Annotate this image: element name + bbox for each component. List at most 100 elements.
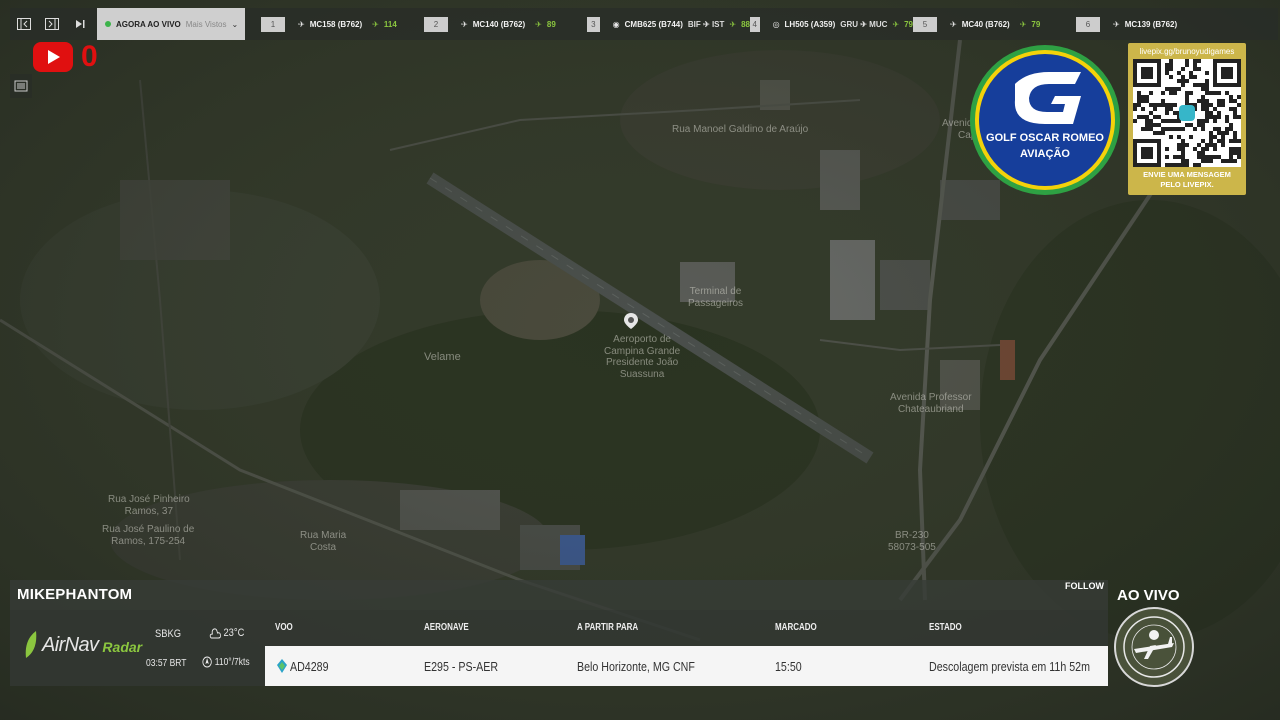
panel-header: MIKEPHANTOM FOLLOW bbox=[10, 580, 1108, 610]
map-label-velame: Velame bbox=[424, 351, 461, 363]
flight-info-panel: MIKEPHANTOM FOLLOW AirNav Radar SBKG 03:… bbox=[10, 580, 1108, 686]
airline-logo-icon: ◉ bbox=[612, 19, 620, 29]
live-dot-icon bbox=[105, 21, 111, 27]
map-label-terminal: Terminal de Passageiros bbox=[688, 286, 744, 309]
col-from-to: A PARTIR PARA bbox=[577, 622, 639, 633]
flight-item[interactable]: 5 ✈ MC40 (B762) ✈ 79 bbox=[913, 16, 1076, 32]
collapse-panel-icon bbox=[17, 18, 31, 30]
aircraft-icon: ✈ bbox=[1113, 19, 1120, 29]
youtube-counter: 0 bbox=[33, 42, 98, 72]
flight-callsign: MC40 (B762) bbox=[961, 19, 1010, 29]
flight-item[interactable]: 3 ◉ CMB625 (B744) BIF ✈ IST ✈ 88 bbox=[587, 16, 750, 32]
col-status: ESTADO bbox=[929, 622, 962, 633]
wind-value: 110°/7kts bbox=[214, 656, 250, 668]
wind-compass-icon bbox=[202, 656, 212, 668]
table-row[interactable]: AD4289 E295 - PS-AER Belo Horizonte, MG … bbox=[265, 646, 1108, 686]
flight-callsign: CMB625 (B744) bbox=[624, 19, 683, 29]
flight-viewers: 79 bbox=[1031, 19, 1041, 29]
aircraft-icon: ✈ bbox=[298, 19, 305, 29]
map-label-road5: BR-230 58073-505 bbox=[888, 530, 936, 553]
table-header: VOO AERONAVE A PARTIR PARA MARCADO ESTAD… bbox=[265, 610, 1108, 646]
viewers-icon: ✈ bbox=[372, 19, 379, 29]
follow-button[interactable]: FOLLOW bbox=[1065, 581, 1104, 591]
weather-wind: 110°/7kts bbox=[202, 656, 250, 668]
flight-item[interactable]: 1 ✈ MC158 (B762) ✈ 114 bbox=[261, 16, 424, 32]
airnav-leaf-icon bbox=[25, 631, 37, 658]
flight-callsign: MC140 (B762) bbox=[472, 19, 526, 29]
flight-item[interactable]: 2 ✈ MC140 (B762) ✈ 89 bbox=[424, 16, 587, 32]
channel-badge bbox=[1114, 607, 1194, 687]
flight-item[interactable]: 4 ◎ LH505 (A359) GRU ✈ MUC ✈ 79 bbox=[750, 16, 913, 32]
gor-emblem-icon bbox=[1014, 72, 1081, 124]
logo-name-line2: AVIAÇÃO bbox=[1020, 147, 1070, 160]
flight-rank: 6 bbox=[1076, 16, 1100, 32]
airnav-brand: AirNav bbox=[42, 633, 99, 656]
live-tab-label: AGORA AO VIVO bbox=[116, 19, 181, 29]
flight-viewers: 79 bbox=[904, 19, 913, 29]
flight-route: GRU ✈ MUC bbox=[840, 19, 888, 29]
airport-code: SBKG bbox=[155, 628, 181, 640]
airnav-brand-suffix: Radar bbox=[102, 639, 143, 655]
col-aircraft: AERONAVE bbox=[424, 622, 469, 633]
flight-rank: 1 bbox=[261, 16, 285, 32]
live-now-dropdown[interactable]: AGORA AO VIVO Mais Vistos ⌄ bbox=[97, 8, 245, 40]
aircraft-icon: ✈ bbox=[950, 19, 957, 29]
cloud-icon bbox=[209, 628, 221, 639]
youtube-icon bbox=[33, 42, 73, 72]
cell-from-to: Belo Horizonte, MG CNF bbox=[577, 659, 695, 674]
viewers-icon: ✈ bbox=[892, 19, 900, 29]
livepix-url: livepix.gg/brunoyudigames bbox=[1139, 47, 1235, 56]
map-label-road1: Rua Manoel Galdino de Araújo bbox=[672, 124, 809, 135]
skip-next-icon bbox=[76, 20, 85, 28]
flight-rank: 4 bbox=[750, 16, 760, 32]
map-label-avenue1: Avenida Professor Chateaubriand bbox=[890, 392, 972, 415]
livepix-message-line2: PELO LIVEPIX. bbox=[1160, 179, 1214, 189]
flight-item[interactable]: 6 ✈ MC139 (B762) bbox=[1076, 16, 1186, 32]
expand-panel-icon bbox=[45, 18, 59, 30]
livepix-message: ENVIE UMA MENSAGEM PELO LIVEPIX. bbox=[1128, 170, 1246, 190]
map-label-road4: Rua Maria Costa bbox=[300, 530, 347, 553]
layers-icon bbox=[14, 80, 28, 92]
map-label-road3: Rua José Paulino de Ramos, 175-254 bbox=[102, 524, 195, 547]
airline-logo-icon: ◎ bbox=[772, 19, 780, 29]
airport-pin-icon[interactable] bbox=[624, 313, 638, 329]
flight-rank: 5 bbox=[913, 16, 937, 32]
live-label: AO VIVO bbox=[1117, 587, 1180, 604]
map-layers-button[interactable] bbox=[10, 74, 32, 98]
youtube-count: 0 bbox=[81, 40, 98, 73]
temperature-value: 23°C bbox=[223, 626, 245, 639]
chevron-down-icon: ⌄ bbox=[231, 19, 239, 29]
weather-temperature: 23°C bbox=[209, 626, 244, 639]
viewers-icon: ✈ bbox=[729, 19, 737, 29]
live-tab-sublabel: Mais Vistos bbox=[185, 19, 227, 29]
cell-aircraft: E295 - PS-AER bbox=[424, 659, 499, 674]
flight-rank: 3 bbox=[587, 16, 600, 32]
col-scheduled: MARCADO bbox=[775, 622, 817, 633]
flight-callsign: MC158 (B762) bbox=[309, 19, 363, 29]
flight-route: BIF ✈ IST bbox=[687, 19, 725, 29]
channel-badge-icon bbox=[1123, 616, 1185, 678]
viewers-icon: ✈ bbox=[535, 19, 542, 29]
airline-logo-icon bbox=[277, 659, 287, 673]
aircraft-icon: ✈ bbox=[461, 19, 468, 29]
flight-callsign: MC139 (B762) bbox=[1124, 19, 1178, 29]
username: MIKEPHANTOM bbox=[17, 586, 133, 603]
flight-viewers: 114 bbox=[383, 19, 397, 29]
cell-status: Descolagem prevista em 11h 52m bbox=[929, 659, 1090, 674]
top-flights-list: 1 ✈ MC158 (B762) ✈ 114 2 ✈ MC140 (B762) … bbox=[245, 16, 1278, 32]
local-time: 03:57 BRT bbox=[146, 658, 187, 669]
livepix-qr-panel: livepix.gg/brunoyudigames ENVIE UMA MENS… bbox=[1128, 43, 1246, 195]
viewers-icon: ✈ bbox=[1019, 19, 1027, 29]
cell-scheduled: 15:50 bbox=[775, 659, 802, 674]
expand-panel-button[interactable] bbox=[38, 8, 66, 40]
golf-oscar-romeo-logo: GOLF OSCAR ROMEO AVIAÇÃO bbox=[970, 45, 1120, 195]
flight-viewers: 88 bbox=[741, 19, 750, 29]
col-flight: VOO bbox=[275, 622, 293, 633]
map-label-airport: Aeroporto de Campina Grande Presidente J… bbox=[604, 334, 681, 380]
flight-table: VOO AERONAVE A PARTIR PARA MARCADO ESTAD… bbox=[265, 610, 1108, 686]
skip-next-button[interactable] bbox=[66, 8, 94, 40]
collapse-panel-button[interactable] bbox=[10, 8, 38, 40]
flight-viewers: 89 bbox=[546, 19, 556, 29]
qr-code bbox=[1133, 59, 1241, 167]
top-bar: AGORA AO VIVO Mais Vistos ⌄ 1 ✈ MC158 (B… bbox=[10, 8, 1278, 40]
